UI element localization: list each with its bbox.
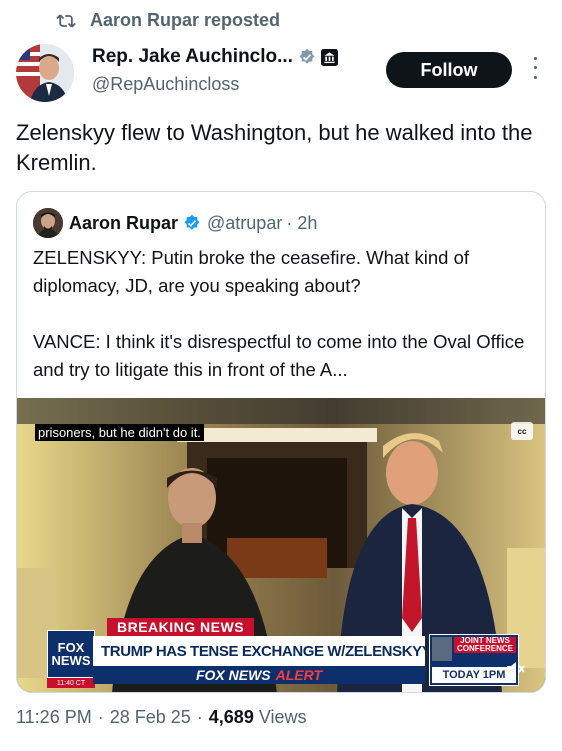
tweet-header: Rep. Jake Auchinclo... @RepAuchincloss F… (16, 44, 546, 104)
repost-icon (56, 11, 76, 31)
fox-logo-line2: NEWS (51, 653, 91, 668)
speaker-muted-icon[interactable] (505, 660, 527, 678)
news-headline: TRUMP HAS TENSE EXCHANGE W/ZELENSKYY DUR… (93, 636, 425, 666)
today-label: TODAY 1PM (432, 667, 516, 683)
tweet-time[interactable]: 11:26 PM (16, 707, 92, 728)
alert-suffix: ALERT (275, 667, 323, 683)
quoted-timestamp[interactable]: · 2h (286, 213, 317, 234)
author-name[interactable]: Rep. Jake Auchinclo... (92, 46, 293, 68)
joint-thumbnail (432, 637, 452, 661)
video-player[interactable]: prisoners, but he didn't do it. cc FOX N… (17, 398, 545, 692)
quoted-tweet[interactable]: Aaron Rupar @atrupar · 2h ZELENSKYY: Put… (16, 191, 546, 693)
video-caption: prisoners, but he didn't do it. (35, 424, 204, 441)
breaking-news-label: BREAKING NEWS (107, 618, 255, 636)
tweet-date[interactable]: 28 Feb 25 (110, 707, 191, 728)
quoted-author-name[interactable]: Aaron Rupar (69, 213, 178, 234)
follow-button[interactable]: Follow (386, 52, 512, 88)
quoted-text: ZELENSKYY: Putin broke the ceasefire. Wh… (33, 244, 533, 412)
fox-news-logo: FOX NEWS (47, 630, 95, 678)
quoted-avatar[interactable] (33, 208, 63, 238)
blue-verified-badge-icon (183, 214, 201, 232)
author-avatar[interactable] (16, 44, 74, 102)
alert-prefix: FOX NEWS (195, 667, 271, 683)
gray-verified-badge-icon (298, 48, 316, 66)
meta-separator: · (97, 707, 104, 727)
views-label: Views (258, 707, 307, 727)
quoted-paragraph: ZELENSKYY: Putin broke the ceasefire. Wh… (33, 247, 469, 296)
government-building-icon (320, 48, 338, 66)
more-options-icon[interactable] (524, 54, 546, 82)
meta-separator: · (196, 707, 203, 727)
quoted-author-handle[interactable]: @atrupar (207, 213, 282, 234)
repost-indicator[interactable]: Aaron Rupar reposted (56, 10, 280, 31)
quoted-header: Aaron Rupar @atrupar · 2h (33, 208, 317, 238)
fox-clock: 11:40 CT (47, 678, 95, 688)
fox-news-alert: FOX NEWS ALERT (93, 666, 425, 684)
closed-captions-icon[interactable]: cc (511, 422, 533, 440)
repost-text: Aaron Rupar reposted (90, 10, 281, 30)
author-handle[interactable]: @RepAuchincloss (92, 74, 239, 95)
views-count[interactable]: 4,689 (209, 707, 254, 728)
tweet-text: Zelenskyy flew to Washington, but he wal… (16, 120, 533, 175)
tweet-meta: 11:26 PM · 28 Feb 25 · 4,689 Views (16, 707, 307, 728)
joint-label: JOINT NEWS CONFERENCE (454, 637, 516, 653)
quoted-paragraph: VANCE: I think it's disrespectful to com… (33, 331, 525, 380)
author-name-row[interactable]: Rep. Jake Auchinclo... (92, 46, 338, 68)
